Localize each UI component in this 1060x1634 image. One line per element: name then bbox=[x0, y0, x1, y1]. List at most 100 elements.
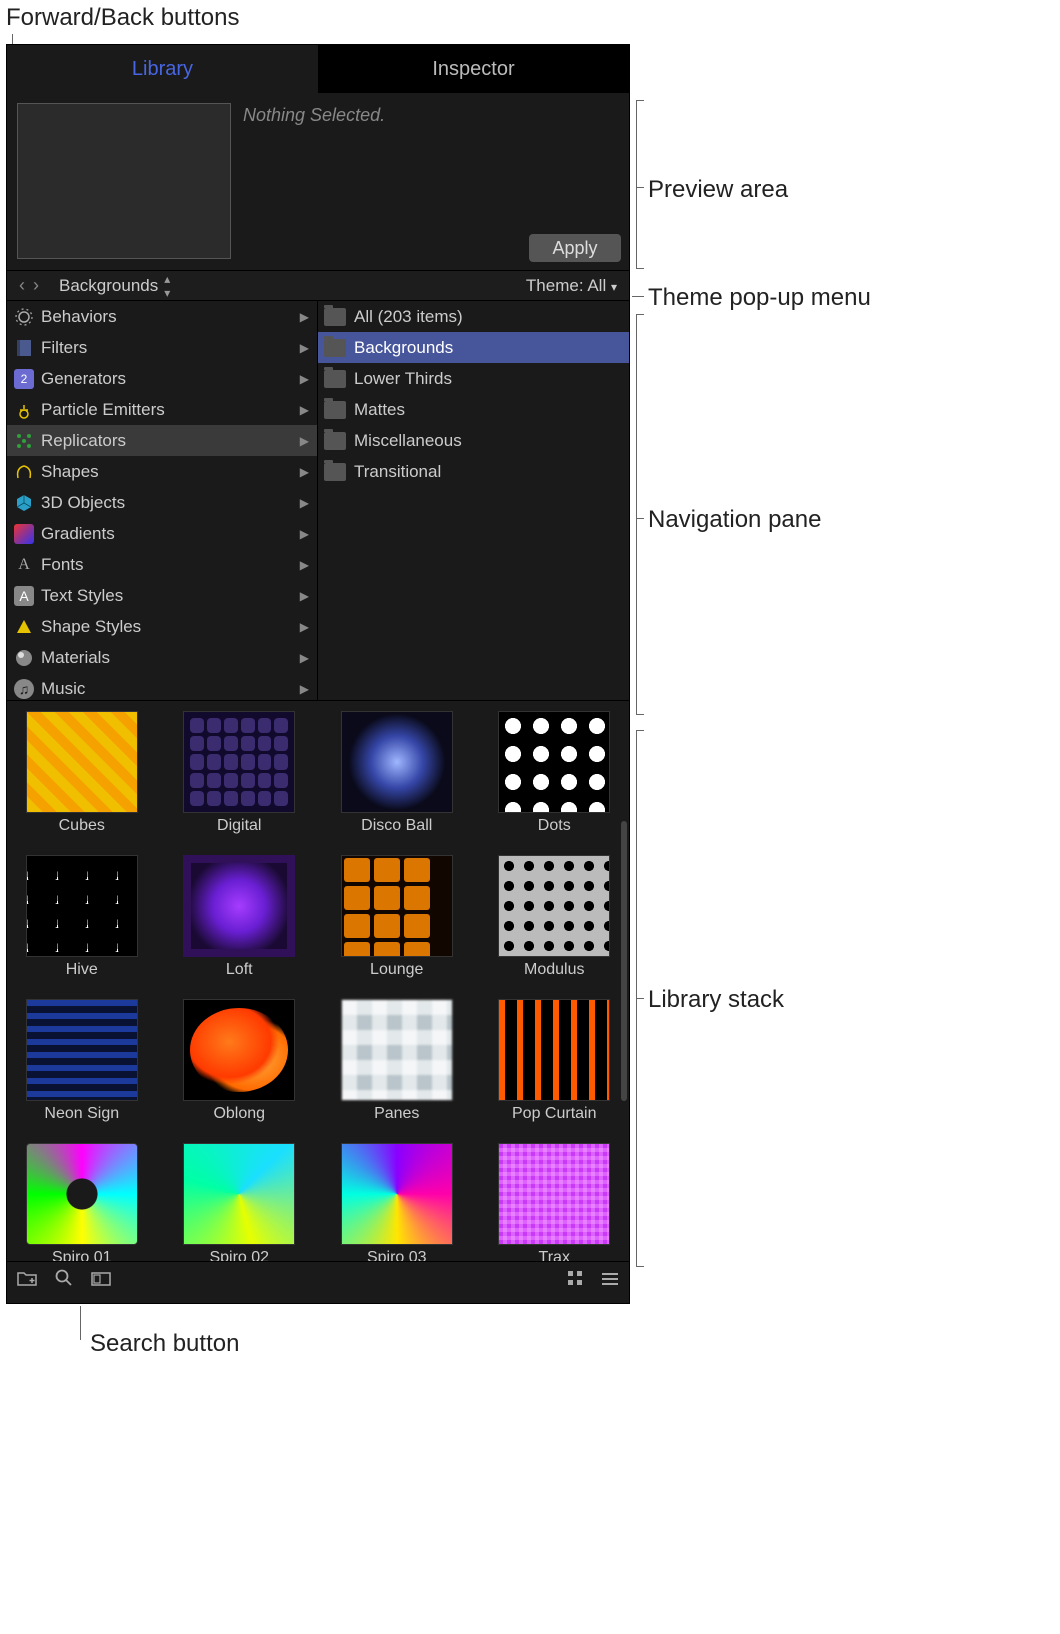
new-folder-button[interactable] bbox=[17, 1270, 37, 1291]
item-lounge[interactable]: Lounge bbox=[330, 855, 464, 979]
subfolder-transitional[interactable]: Transitional bbox=[318, 456, 629, 487]
item-label: Cubes bbox=[15, 817, 149, 835]
emitter-icon bbox=[13, 399, 35, 421]
category-generators[interactable]: 2Generators▶ bbox=[7, 363, 317, 394]
item-spiro-02[interactable]: Spiro 02 bbox=[173, 1143, 307, 1261]
tab-inspector[interactable]: Inspector bbox=[318, 45, 629, 93]
library-stack: Cubes Digital Disco Ball Dots Hive Loft Lounge… bbox=[7, 701, 629, 1261]
back-button[interactable]: ‹ bbox=[15, 275, 29, 296]
item-thumbnail bbox=[498, 855, 610, 957]
category-gradients[interactable]: Gradients▶ bbox=[7, 518, 317, 549]
folder-icon bbox=[324, 401, 346, 419]
subfolder-lower-thirds[interactable]: Lower Thirds bbox=[318, 363, 629, 394]
item-thumbnail bbox=[341, 711, 453, 813]
music-icon: ♫ bbox=[13, 678, 35, 700]
item-dots[interactable]: Dots bbox=[488, 711, 622, 835]
item-label: Modulus bbox=[488, 961, 622, 979]
item-label: Lounge bbox=[330, 961, 464, 979]
category-3d-objects[interactable]: 3D Objects▶ bbox=[7, 487, 317, 518]
breadcrumb-stepper-icon[interactable]: ▴▾ bbox=[164, 272, 170, 300]
item-thumbnail bbox=[26, 999, 138, 1101]
item-panes[interactable]: Panes bbox=[330, 999, 464, 1123]
tab-library[interactable]: Library bbox=[7, 45, 318, 93]
path-bar: ‹ › Backgrounds ▴▾ Theme: All ▾ bbox=[7, 271, 629, 301]
annotation-libstack: Library stack bbox=[648, 986, 784, 1014]
category-shape-styles[interactable]: Shape Styles▶ bbox=[7, 611, 317, 642]
item-thumbnail bbox=[341, 999, 453, 1101]
category-text-styles[interactable]: AText Styles▶ bbox=[7, 580, 317, 611]
g2-icon: 2 bbox=[13, 368, 35, 390]
disclosure-arrow-icon: ▶ bbox=[300, 496, 309, 510]
category-shapes[interactable]: Shapes▶ bbox=[7, 456, 317, 487]
category-music[interactable]: ♫Music▶ bbox=[7, 673, 317, 700]
theme-popup[interactable]: Theme: All ▾ bbox=[526, 276, 617, 296]
category-replicators[interactable]: Replicators▶ bbox=[7, 425, 317, 456]
item-thumbnail bbox=[26, 855, 138, 957]
list-view-button[interactable] bbox=[601, 1270, 619, 1291]
item-thumbnail bbox=[183, 855, 295, 957]
disclosure-arrow-icon: ▶ bbox=[300, 341, 309, 355]
category-materials[interactable]: Materials▶ bbox=[7, 642, 317, 673]
filmstrip-icon bbox=[13, 337, 35, 359]
disclosure-arrow-icon: ▶ bbox=[300, 434, 309, 448]
disclosure-arrow-icon: ▶ bbox=[300, 527, 309, 541]
item-loft[interactable]: Loft bbox=[173, 855, 307, 979]
item-thumbnail bbox=[341, 1143, 453, 1245]
gear-icon bbox=[13, 306, 35, 328]
item-label: Spiro 02 bbox=[173, 1249, 307, 1261]
search-button[interactable] bbox=[55, 1269, 73, 1292]
icon-view-button[interactable] bbox=[567, 1270, 583, 1291]
replicator-icon bbox=[13, 430, 35, 452]
category-particle-emitters[interactable]: Particle Emitters▶ bbox=[7, 394, 317, 425]
item-label: Disco Ball bbox=[330, 817, 464, 835]
path-button[interactable] bbox=[91, 1270, 111, 1291]
subfolder-miscellaneous[interactable]: Miscellaneous bbox=[318, 425, 629, 456]
item-thumbnail bbox=[183, 711, 295, 813]
preview-thumbnail bbox=[17, 103, 231, 259]
disclosure-arrow-icon: ▶ bbox=[300, 310, 309, 324]
gradient-icon bbox=[13, 523, 35, 545]
apply-button[interactable]: Apply bbox=[529, 234, 621, 262]
item-label: Loft bbox=[173, 961, 307, 979]
item-modulus[interactable]: Modulus bbox=[488, 855, 622, 979]
category-behaviors[interactable]: Behaviors▶ bbox=[7, 301, 317, 332]
item-thumbnail bbox=[498, 999, 610, 1101]
item-label: Neon Sign bbox=[15, 1105, 149, 1123]
category-fonts[interactable]: AFonts▶ bbox=[7, 549, 317, 580]
subfolder-backgrounds[interactable]: Backgrounds bbox=[318, 332, 629, 363]
item-hive[interactable]: Hive bbox=[15, 855, 149, 979]
annotation-fwd-back: Forward/Back buttons bbox=[6, 4, 239, 32]
item-cubes[interactable]: Cubes bbox=[15, 711, 149, 835]
item-thumbnail bbox=[183, 999, 295, 1101]
bottom-toolbar bbox=[7, 1261, 629, 1299]
chevron-down-icon: ▾ bbox=[611, 280, 617, 294]
preview-status: Nothing Selected. bbox=[243, 103, 385, 260]
category-filters[interactable]: Filters▶ bbox=[7, 332, 317, 363]
folder-icon bbox=[324, 432, 346, 450]
item-thumbnail bbox=[498, 1143, 610, 1245]
folder-icon bbox=[324, 308, 346, 326]
item-spiro-01[interactable]: Spiro 01 bbox=[15, 1143, 149, 1261]
subfolder-mattes[interactable]: Mattes bbox=[318, 394, 629, 425]
subfolder-all-203-items-[interactable]: All (203 items) bbox=[318, 301, 629, 332]
cube3d-icon bbox=[13, 492, 35, 514]
item-label: Trax bbox=[488, 1249, 622, 1261]
item-trax[interactable]: Trax bbox=[488, 1143, 622, 1261]
item-pop-curtain[interactable]: Pop Curtain bbox=[488, 999, 622, 1123]
forward-button[interactable]: › bbox=[29, 275, 43, 296]
item-spiro-03[interactable]: Spiro 03 bbox=[330, 1143, 464, 1261]
preview-area: Nothing Selected. Apply bbox=[7, 93, 629, 271]
item-digital[interactable]: Digital bbox=[173, 711, 307, 835]
item-disco-ball[interactable]: Disco Ball bbox=[330, 711, 464, 835]
item-label: Pop Curtain bbox=[488, 1105, 622, 1123]
folder-icon bbox=[324, 339, 346, 357]
breadcrumb[interactable]: Backgrounds bbox=[59, 276, 158, 296]
disclosure-arrow-icon: ▶ bbox=[300, 620, 309, 634]
navigation-pane: Behaviors▶Filters▶2Generators▶Particle E… bbox=[7, 301, 629, 701]
item-oblong[interactable]: Oblong bbox=[173, 999, 307, 1123]
item-thumbnail bbox=[183, 1143, 295, 1245]
textA-icon: A bbox=[13, 585, 35, 607]
scrollbar[interactable] bbox=[621, 821, 627, 1101]
item-neon-sign[interactable]: Neon Sign bbox=[15, 999, 149, 1123]
item-label: Dots bbox=[488, 817, 622, 835]
